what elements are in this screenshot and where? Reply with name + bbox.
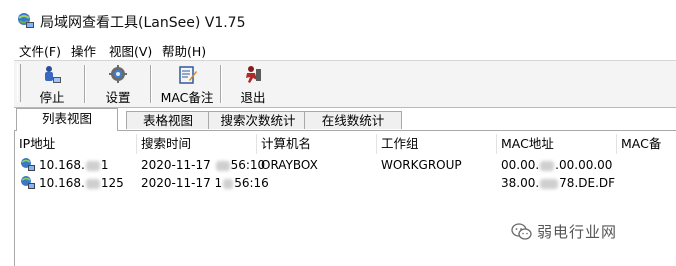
ip-cell: 10.168. 125 bbox=[39, 174, 124, 192]
computer-icon bbox=[21, 176, 35, 189]
redacted-blur bbox=[215, 160, 230, 171]
tab-search-count[interactable]: 搜索次数统计 bbox=[208, 111, 308, 129]
workgroup-cell: WORKGROUP bbox=[381, 158, 462, 172]
time-suffix: 56:10 bbox=[230, 158, 266, 172]
app-network-icon bbox=[18, 13, 34, 28]
menu-bar: 文件(F) 操作 视图(V) 帮助(H) bbox=[0, 38, 676, 60]
mac-prefix: 38.00. bbox=[501, 176, 540, 190]
ip-suffix: 125 bbox=[100, 176, 124, 190]
title-bar: 局域网查看工具(LanSee) V1.75 bbox=[0, 0, 676, 38]
stop-icon bbox=[45, 66, 61, 83]
toolbar-grip[interactable] bbox=[17, 64, 21, 102]
menu-file[interactable]: 文件(F) bbox=[19, 41, 61, 60]
ip-prefix: 10.168. bbox=[39, 158, 85, 172]
time-prefix: 2020-11-17 1 bbox=[141, 176, 223, 190]
exit-button[interactable]: 退出 bbox=[235, 64, 271, 105]
column-mac-note[interactable]: MAC备 bbox=[617, 134, 676, 154]
view-tabs: 列表视图 表格视图 搜索次数统计 在线数统计 bbox=[14, 108, 676, 131]
toolbar-separator bbox=[220, 65, 222, 103]
mac-suffix: .00.00.00 bbox=[555, 158, 613, 172]
menu-help[interactable]: 帮助(H) bbox=[162, 41, 206, 60]
toolbar-separator bbox=[150, 65, 152, 103]
toolbar-separator bbox=[84, 65, 86, 103]
mac-cell: 38.00. 78.DE.DF bbox=[501, 174, 615, 192]
time-cell: 2020-11-17 56:10 bbox=[141, 156, 265, 174]
window-title: 局域网查看工具(LanSee) V1.75 bbox=[40, 15, 246, 31]
list-header: IP地址 搜索时间 计算机名 工作组 MAC地址 MAC备 bbox=[15, 134, 676, 154]
host-list[interactable]: IP地址 搜索时间 计算机名 工作组 MAC地址 MAC备 10.168. 1 2… bbox=[14, 130, 676, 266]
mac-cell: 00.00. .00.00.00 bbox=[501, 156, 612, 174]
tab-list-view[interactable]: 列表视图 bbox=[16, 108, 118, 131]
menu-view[interactable]: 视图(V) bbox=[109, 41, 152, 60]
toolbar: 停止 设置 MAC备注 退出 bbox=[14, 60, 676, 108]
wechat-icon bbox=[511, 223, 532, 240]
exit-label: 退出 bbox=[240, 90, 266, 105]
stop-label: 停止 bbox=[39, 90, 65, 105]
redacted-blur bbox=[540, 160, 555, 171]
column-mac[interactable]: MAC地址 bbox=[497, 134, 617, 154]
mac-note-button[interactable]: MAC备注 bbox=[158, 64, 216, 105]
mac-suffix: 78.DE.DF bbox=[559, 176, 616, 190]
redacted-blur bbox=[85, 160, 100, 171]
mac-prefix: 00.00. bbox=[501, 158, 540, 172]
tab-table-view[interactable]: 表格视图 bbox=[126, 111, 210, 129]
redacted-blur bbox=[540, 178, 559, 189]
ip-suffix: 1 bbox=[100, 158, 109, 172]
table-row[interactable]: 10.168. 1 2020-11-17 56:10 ORAYBOX WORKGR… bbox=[15, 156, 676, 174]
table-row[interactable]: 10.168. 125 2020-11-17 1 56:16 38.00. 78.DE… bbox=[15, 174, 676, 192]
time-suffix: 56:16 bbox=[234, 176, 269, 190]
column-workgroup[interactable]: 工作组 bbox=[377, 134, 497, 154]
mac-note-label: MAC备注 bbox=[160, 90, 214, 105]
notepad-icon bbox=[179, 66, 197, 84]
time-cell: 2020-11-17 1 56:16 bbox=[141, 174, 269, 192]
watermark-text: 弱电行业网 bbox=[537, 223, 618, 241]
settings-label: 设置 bbox=[105, 90, 131, 105]
ip-cell: 10.168. 1 bbox=[39, 156, 108, 174]
column-computer-name[interactable]: 计算机名 bbox=[257, 134, 377, 154]
computer-name-cell: ORAYBOX bbox=[261, 158, 318, 172]
redacted-blur bbox=[223, 178, 234, 189]
redacted-blur bbox=[85, 178, 100, 189]
gear-icon bbox=[109, 65, 127, 83]
settings-button[interactable]: 设置 bbox=[100, 64, 136, 105]
computer-icon bbox=[21, 158, 35, 171]
column-ip[interactable]: IP地址 bbox=[15, 134, 137, 154]
stop-button[interactable]: 停止 bbox=[34, 64, 70, 105]
ip-prefix: 10.168. bbox=[39, 176, 85, 190]
exit-icon bbox=[246, 66, 261, 83]
column-search-time[interactable]: 搜索时间 bbox=[137, 134, 257, 154]
menu-operation[interactable]: 操作 bbox=[71, 41, 96, 60]
tab-online-count[interactable]: 在线数统计 bbox=[304, 111, 402, 129]
time-prefix: 2020-11-17 bbox=[141, 158, 215, 172]
